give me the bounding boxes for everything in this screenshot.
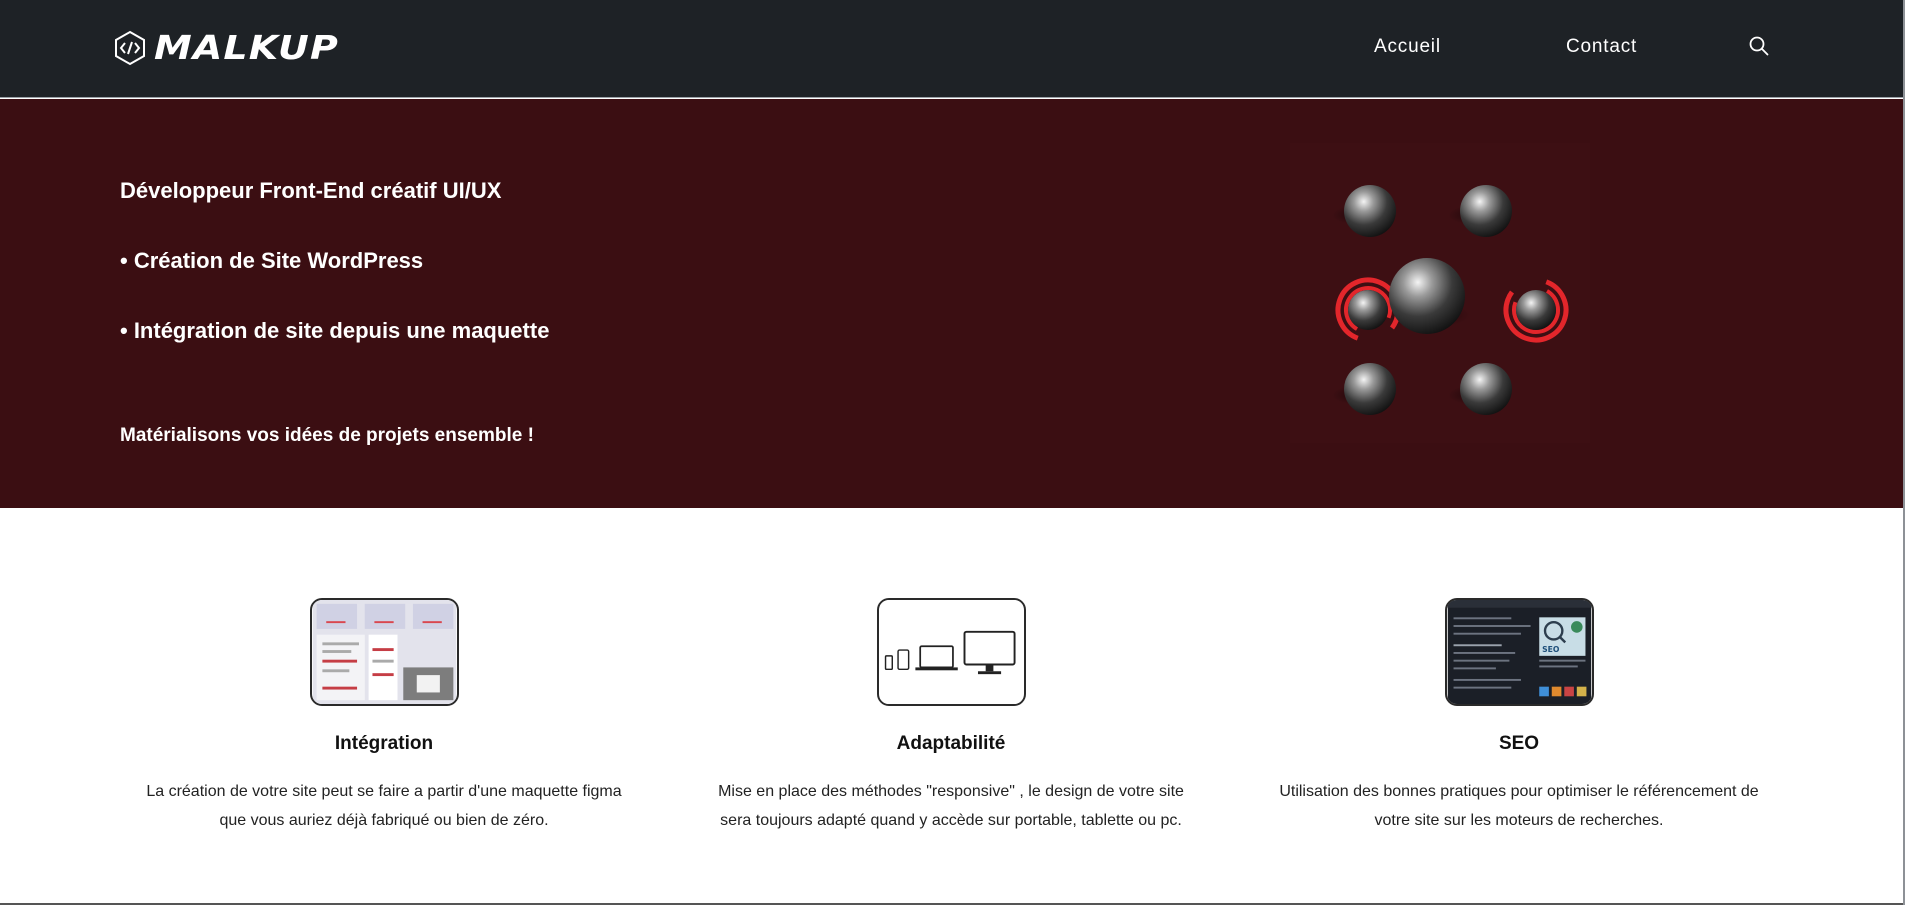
figma-mockup-image [312, 600, 457, 704]
code-hexagon-icon [115, 30, 145, 66]
features-section: Intégration La création de votre site pe… [0, 508, 1905, 905]
seo-thumbnail: SEO [1445, 598, 1594, 706]
nav-accueil[interactable]: Accueil [1374, 36, 1441, 58]
hero-title: Développeur Front-End créatif UI/UX [120, 178, 502, 203]
feature-description: La création de votre site peut se faire … [146, 783, 622, 829]
search-icon[interactable] [1748, 35, 1770, 57]
hero-bullet-wordpress: • Création de Site WordPress [120, 248, 424, 273]
site-header: MALKUP Accueil Contact [0, 0, 1905, 98]
figma-mockup-thumbnail [310, 598, 459, 706]
site-logo[interactable]: MALKUP [114, 28, 338, 68]
nav-contact[interactable]: Contact [1566, 36, 1637, 58]
hero-tagline: Matérialisons vos idées de projets ensem… [120, 425, 534, 446]
spheres-illustration [1290, 143, 1590, 443]
seo-thumb-label: SEO [1542, 645, 1560, 654]
feature-description: Utilisation des bonnes pratiques pour op… [1279, 783, 1759, 829]
seo-screenshot-image: SEO [1447, 600, 1592, 704]
feature-title: Intégration [334, 733, 434, 754]
responsive-devices-icon [879, 600, 1024, 704]
feature-title: Adaptabilité [896, 733, 1006, 754]
hero-section: Développeur Front-End créatif UI/UX • Cr… [0, 99, 1905, 508]
logo-text: MALKUP [154, 28, 339, 67]
feature-description: Mise en place des méthodes "responsive" … [718, 783, 1184, 829]
responsive-devices-thumbnail [877, 598, 1026, 706]
hero-bullet-integration: • Intégration de site depuis une maquett… [120, 318, 550, 343]
feature-title: SEO [1498, 733, 1540, 754]
